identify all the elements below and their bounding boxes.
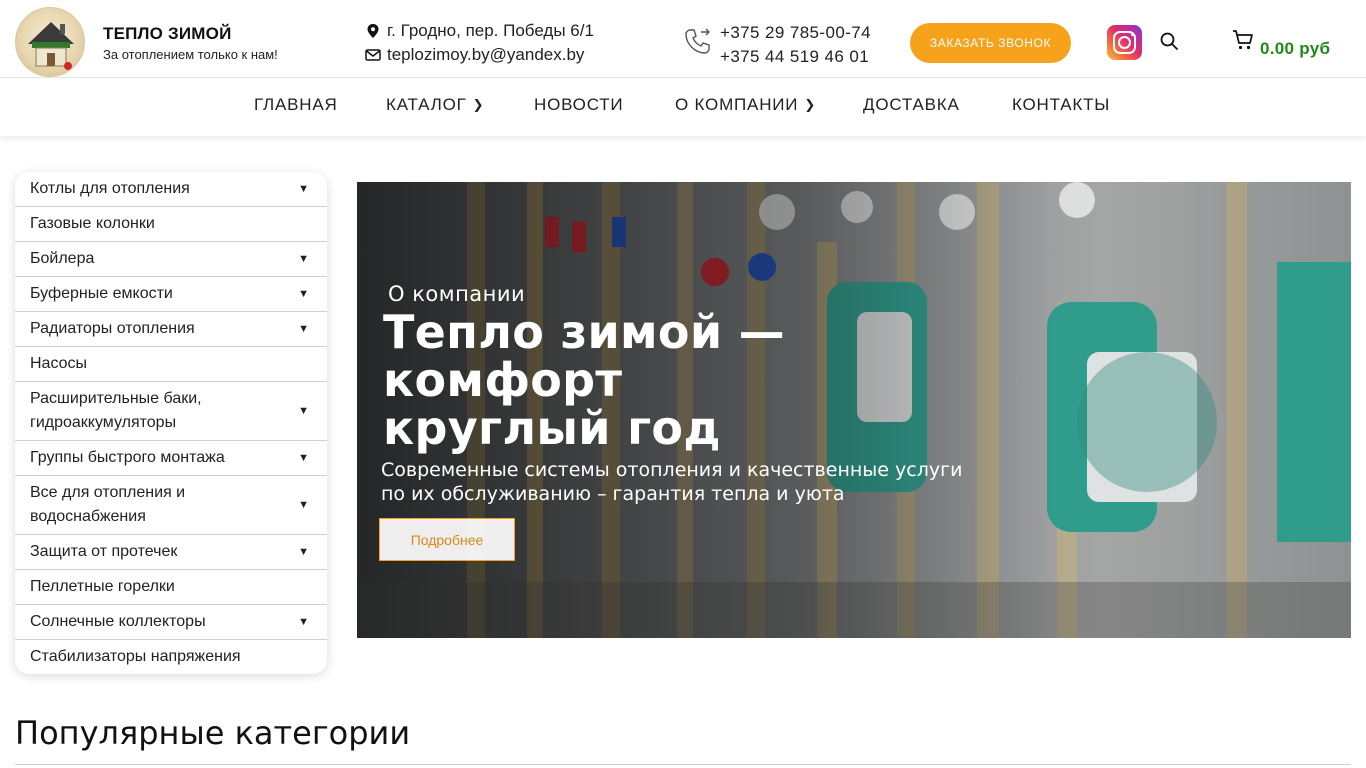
brand-subtitle: За отоплением только к нам!: [103, 47, 278, 62]
nav-item-label: КОНТАКТЫ: [1012, 95, 1111, 114]
sidebar-item-label: Насосы: [30, 355, 88, 372]
phone-number[interactable]: +375 44 519 46 01: [720, 45, 871, 69]
address-line: г. Гродно, пер. Победы 6/1: [365, 21, 594, 41]
triangle-down-icon[interactable]: ▼: [298, 317, 309, 341]
main-nav: ГЛАВНАЯ КАТАЛОГ ❯ НОВОСТИ О КОМПАНИИ ❯ Д…: [0, 78, 1366, 136]
sidebar-item-heating-supplies[interactable]: Все для отопления и водоснабжения ▼: [15, 476, 327, 535]
phone-icon: [685, 28, 710, 54]
phone-list: +375 29 785-00-74 +375 44 519 46 01: [720, 21, 871, 69]
chevron-right-icon: ❯: [804, 97, 817, 112]
more-button[interactable]: Подробнее: [379, 518, 515, 561]
sidebar-item-label: Бойлера: [30, 250, 95, 267]
address-text: г. Гродно, пер. Победы 6/1: [387, 21, 594, 40]
sidebar-item-label: Пеллетные горелки: [30, 578, 175, 595]
triangle-down-icon[interactable]: ▼: [298, 610, 309, 634]
email-line[interactable]: teplozimoy.by@yandex.by: [365, 45, 584, 65]
nav-item-label: КАТАЛОГ: [386, 95, 467, 114]
sidebar-item-expansion-tanks[interactable]: Расширительные баки, гидроаккумуляторы ▼: [15, 382, 327, 441]
triangle-down-icon[interactable]: ▼: [298, 177, 309, 201]
phone-number[interactable]: +375 29 785-00-74: [720, 21, 871, 45]
sidebar-item-label: Все для отопления и водоснабжения: [30, 484, 186, 525]
nav-item-label: ДОСТАВКА: [863, 95, 960, 114]
hero-title: Тепло зимой — комфорт круглый год: [383, 305, 785, 455]
sidebar-item-leak-protection[interactable]: Защита от протечек ▼: [15, 535, 327, 570]
sidebar-item-label: Котлы для отопления: [30, 180, 190, 197]
sidebar-item-label: Группы быстрого монтажа: [30, 449, 225, 466]
sidebar-item-water-heaters[interactable]: Бойлера ▼: [15, 242, 327, 277]
catalog-sidebar: Котлы для отопления ▼ Газовые колонки Бо…: [15, 172, 327, 674]
cart-icon[interactable]: [1232, 29, 1254, 51]
sidebar-item-mounting-groups[interactable]: Группы быстрого монтажа ▼: [15, 441, 327, 476]
map-marker-icon: [367, 24, 379, 38]
brand-title: ТЕПЛО ЗИМОЙ: [103, 24, 232, 43]
sidebar-item-pumps[interactable]: Насосы: [15, 347, 327, 382]
hero-description: Современные системы отопления и качестве…: [381, 459, 963, 505]
nav-item-contacts[interactable]: КОНТАКТЫ: [1012, 95, 1110, 115]
sidebar-item-stabilizers[interactable]: Стабилизаторы напряжения: [15, 640, 327, 674]
sidebar-item-label: Стабилизаторы напряжения: [30, 648, 241, 665]
triangle-down-icon[interactable]: ▼: [298, 282, 309, 306]
sidebar-item-gas-heaters[interactable]: Газовые колонки: [15, 207, 327, 242]
email-link[interactable]: teplozimoy.by@yandex.by: [387, 45, 584, 65]
sidebar-item-pellet-burners[interactable]: Пеллетные горелки: [15, 570, 327, 605]
cart-total[interactable]: 0.00 руб: [1260, 39, 1330, 59]
nav-item-news[interactable]: НОВОСТИ: [534, 95, 623, 115]
site-header: ТЕПЛО ЗИМОЙ За отоплением только к нам! …: [0, 0, 1366, 78]
search-icon[interactable]: [1159, 31, 1179, 51]
triangle-down-icon[interactable]: ▼: [298, 446, 309, 470]
nav-item-catalog[interactable]: КАТАЛОГ ❯: [386, 95, 484, 115]
chevron-right-icon: ❯: [472, 97, 485, 112]
sidebar-item-solar-collectors[interactable]: Солнечные коллекторы ▼: [15, 605, 327, 640]
nav-item-label: НОВОСТИ: [534, 95, 624, 114]
nav-item-home[interactable]: ГЛАВНАЯ: [254, 95, 338, 115]
sidebar-item-label: Защита от протечек: [30, 543, 178, 560]
nav-item-label: ГЛАВНАЯ: [254, 95, 338, 114]
instagram-icon[interactable]: [1107, 25, 1142, 60]
site-logo[interactable]: [15, 7, 85, 77]
nav-item-label: О КОМПАНИИ: [675, 95, 799, 114]
hero-subtitle: О компании: [388, 282, 526, 306]
sidebar-item-boilers[interactable]: Котлы для отопления ▼: [15, 172, 327, 207]
sidebar-item-label: Радиаторы отопления: [30, 320, 195, 337]
triangle-down-icon[interactable]: ▼: [298, 493, 309, 517]
triangle-down-icon[interactable]: ▼: [298, 247, 309, 271]
divider: [15, 764, 1351, 765]
nav-item-delivery[interactable]: ДОСТАВКА: [863, 95, 960, 115]
sidebar-item-radiators[interactable]: Радиаторы отопления ▼: [15, 312, 327, 347]
section-title: Популярные категории: [15, 714, 411, 752]
sidebar-item-label: Буферные емкости: [30, 285, 173, 302]
envelope-icon: [365, 49, 381, 61]
nav-item-about[interactable]: О КОМПАНИИ ❯: [675, 95, 816, 115]
order-call-button[interactable]: ЗАКАЗАТЬ ЗВОНОК: [910, 23, 1071, 63]
hero-banner: О компании Тепло зимой — комфорт круглый…: [357, 182, 1351, 638]
sidebar-item-label: Расширительные баки, гидроаккумуляторы: [30, 390, 202, 431]
sidebar-item-buffer-tanks[interactable]: Буферные емкости ▼: [15, 277, 327, 312]
triangle-down-icon[interactable]: ▼: [298, 540, 309, 564]
sidebar-item-label: Солнечные коллекторы: [30, 613, 206, 630]
sidebar-item-label: Газовые колонки: [30, 215, 155, 232]
triangle-down-icon[interactable]: ▼: [298, 399, 309, 423]
